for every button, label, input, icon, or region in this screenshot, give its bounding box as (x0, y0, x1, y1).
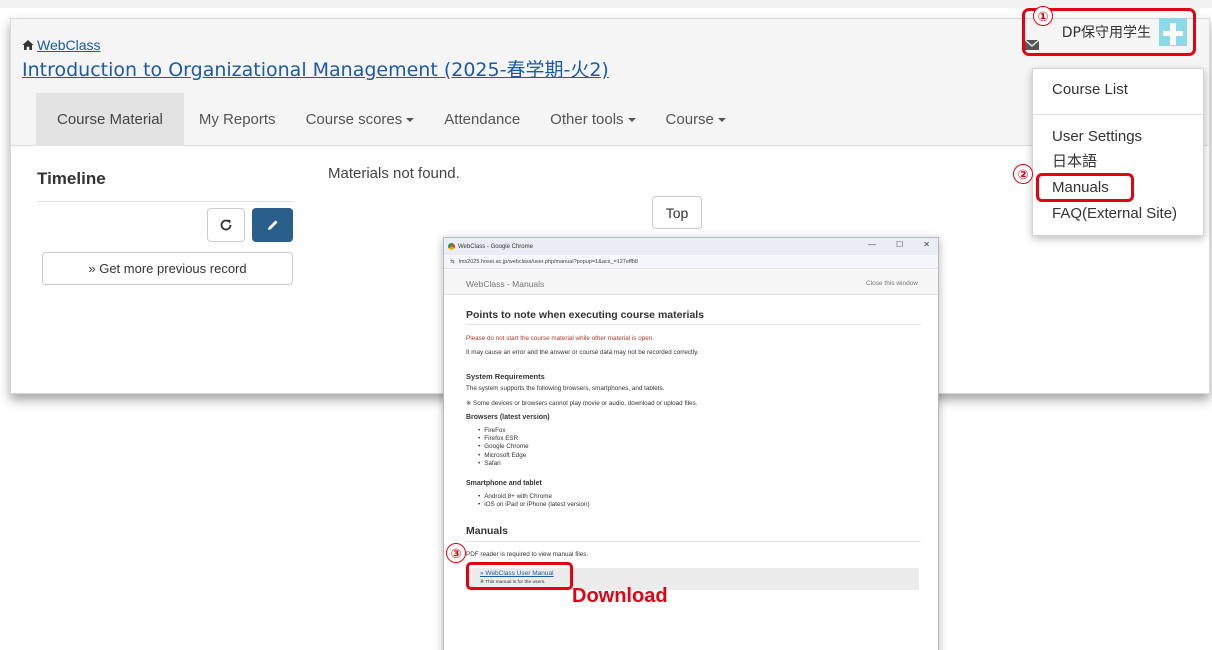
popup-url: lms2025.hosei.ac.jp/webclass/user.php/ma… (458, 258, 638, 265)
close-window-link[interactable]: Close this window (866, 280, 918, 287)
menu-item-faq[interactable]: FAQ(External Site) (1052, 205, 1177, 222)
popup-address-bar[interactable]: ⇆ lms2025.hosei.ac.jp/webclass/user.php/… (444, 255, 938, 269)
sysreq-note: ※ Some devices or browsers cannot play m… (466, 400, 698, 407)
close-window-icon[interactable]: ✕ (923, 240, 930, 249)
tab-label: Course scores (305, 111, 403, 128)
tab-label: Course Material (57, 111, 163, 128)
list-item: Google Chrome (478, 443, 921, 451)
list-item: Android 8+ with Chrome (478, 493, 921, 501)
sysreq-heading: System Requirements (466, 372, 545, 381)
manuals-heading: Manuals (466, 525, 509, 537)
list-item: Safari (478, 460, 921, 468)
list-item: Firefox ESR (478, 435, 921, 443)
list-item: iOS on iPad or iPhone (latest version) (478, 501, 921, 509)
tab-label: Attendance (444, 111, 521, 128)
list-item: FireFox (478, 427, 921, 435)
refresh-icon (220, 219, 232, 231)
popup-titlebar: WebClass - Google Chrome — ☐ ✕ (444, 238, 938, 255)
refresh-button[interactable] (207, 208, 245, 242)
menu-divider (1033, 114, 1203, 115)
tab-attendance[interactable]: Attendance (429, 93, 535, 146)
menu-item-user-settings[interactable]: User Settings (1052, 128, 1142, 145)
caret-down-icon (717, 117, 726, 122)
materials-empty-message: Materials not found. (328, 165, 460, 182)
pencil-icon (267, 220, 278, 230)
avatar (1159, 18, 1187, 46)
browser-top-strip (0, 0, 1212, 8)
caret-down-icon (627, 117, 636, 122)
maximize-icon[interactable]: ☐ (896, 240, 903, 249)
chrome-logo-icon (448, 243, 455, 250)
popup-header: WebClass - Manuals Close this window (444, 270, 938, 295)
minimize-icon[interactable]: — (868, 240, 876, 249)
manuals-heading-divider (466, 541, 921, 542)
manuals-text: PDF reader is required to view manual fi… (466, 551, 589, 558)
edit-button[interactable] (252, 208, 293, 242)
get-more-records-button[interactable]: » Get more previous record (42, 252, 293, 285)
tab-label: My Reports (198, 111, 276, 128)
tab-label: Other tools (550, 111, 624, 128)
notes-heading-divider (466, 324, 921, 325)
mobile-heading: Smartphone and tablet (466, 480, 542, 487)
home-icon (22, 40, 34, 50)
notes-heading: Points to note when executing course mat… (466, 309, 705, 321)
popup-window-title: WebClass - Google Chrome (458, 243, 533, 250)
manuals-highlight-box (1036, 173, 1134, 202)
sysreq-text: The system supports the following browse… (466, 385, 665, 392)
menu-item-japanese[interactable]: 日本語 (1052, 150, 1097, 171)
step-3-marker: ③ (446, 543, 466, 563)
warning-detail-text: It may cause an error and the answer or … (466, 349, 699, 356)
tab-course-material[interactable]: Course Material (36, 93, 184, 146)
tab-course[interactable]: Course (651, 93, 741, 146)
warning-text: Please do not start the course material … (466, 335, 654, 342)
popup-header-title: WebClass - Manuals (466, 279, 545, 289)
course-title[interactable]: Introduction to Organizational Managemen… (22, 55, 609, 82)
manual-link-highlight-box (466, 562, 573, 590)
home-link-label: WebClass (37, 37, 101, 53)
step-2-marker: ② (1013, 164, 1033, 184)
caret-down-icon (406, 117, 415, 122)
mobile-list: Android 8+ with Chrome iOS on iPad or iP… (466, 493, 921, 509)
window-controls: — ☐ ✕ (868, 240, 930, 249)
user-dropdown-menu: Course List User Settings 日本語 Manuals FA… (1032, 68, 1204, 236)
download-label: Download (572, 585, 668, 607)
site-info-icon[interactable]: ⇆ (450, 259, 455, 265)
timeline-divider (37, 201, 294, 202)
menu-item-course-list[interactable]: Course List (1052, 81, 1128, 98)
home-link[interactable]: WebClass (22, 37, 101, 53)
browser-list: FireFox Firefox ESR Google Chrome Micros… (466, 427, 921, 468)
course-nav: Course Material My Reports Course scores… (36, 93, 741, 146)
timeline-title: Timeline (37, 169, 106, 188)
tab-my-reports[interactable]: My Reports (184, 93, 291, 146)
list-item: Microsoft Edge (478, 452, 921, 460)
tab-course-scores[interactable]: Course scores (291, 93, 430, 146)
user-name: DP保守用学生 (1061, 25, 1151, 41)
browsers-heading: Browsers (latest version) (466, 414, 550, 421)
step-1-marker: ① (1033, 6, 1053, 26)
top-button[interactable]: Top (652, 196, 702, 229)
tab-label: Course (665, 111, 714, 128)
tab-other-tools[interactable]: Other tools (535, 93, 650, 146)
